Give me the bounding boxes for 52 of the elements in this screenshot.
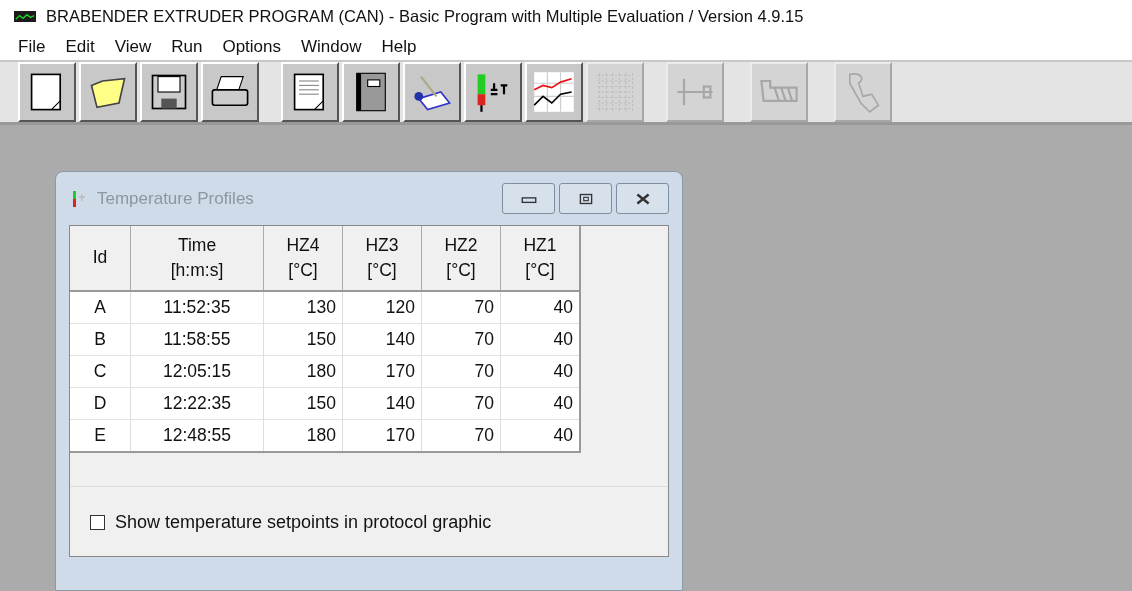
table-cell: 170: [385, 361, 415, 381]
table-cell: 12:05:15: [162, 361, 232, 381]
table-cell: 12:48:55: [162, 425, 232, 445]
table-cell: 140: [385, 329, 415, 349]
table-cell: 11:52:35: [163, 297, 231, 317]
minimize-button[interactable]: [502, 183, 555, 214]
menu-item[interactable]: File: [8, 36, 56, 57]
menu-item[interactable]: View: [104, 36, 162, 57]
column-header: HZ1 [°C]: [523, 234, 557, 280]
table-cell: 180: [306, 425, 336, 445]
table-cell: 70: [474, 329, 494, 349]
app-logo-icon: [14, 11, 36, 23]
restore-button[interactable]: [559, 183, 612, 214]
table-cell: 130: [306, 297, 336, 317]
table-cell: 70: [474, 297, 494, 317]
table-cell: 140: [385, 393, 415, 413]
table-cell: 40: [553, 329, 573, 349]
table-cell: 70: [474, 393, 494, 413]
table-cell: 150: [306, 393, 336, 413]
table-cell: 120: [385, 297, 415, 317]
table-cell: 170: [385, 425, 415, 445]
column-header: HZ2 [°C]: [444, 234, 478, 280]
table-cell: C: [93, 361, 107, 381]
menu-item[interactable]: Help: [371, 36, 427, 57]
table-cell: 180: [306, 361, 336, 381]
table-cell: 40: [553, 393, 573, 413]
table-cell: 12:22:35: [162, 393, 232, 413]
table-cell: 150: [306, 329, 336, 349]
table-cell: A: [94, 297, 106, 317]
table-cell: 40: [553, 425, 573, 445]
checkbox[interactable]: [90, 514, 105, 530]
table-cell: 70: [474, 361, 494, 381]
table-cell: 11:58:55: [163, 329, 231, 349]
column-header: HZ3 [°C]: [365, 234, 399, 280]
table-cell: B: [94, 329, 106, 349]
table-cell: 70: [474, 425, 494, 445]
table-cell: E: [94, 425, 106, 445]
column-header: Id: [92, 247, 108, 268]
menu-item[interactable]: Options: [212, 36, 292, 57]
menu-item[interactable]: Edit: [55, 36, 105, 57]
line-chart-icon: [532, 70, 576, 114]
child-window-title: Temperature Profiles: [97, 188, 254, 209]
menu-item[interactable]: Run: [161, 36, 213, 57]
column-header: Time [h:m:s]: [170, 234, 224, 280]
checkbox-label[interactable]: Show temperature setpoints in protocol graphic: [115, 511, 492, 533]
table-cell: 40: [553, 361, 573, 381]
close-button[interactable]: [616, 183, 669, 214]
table-cell: 40: [553, 297, 573, 317]
menu-item[interactable]: Window: [291, 36, 372, 57]
table-cell: D: [93, 393, 107, 413]
window-title: BRABENDER EXTRUDER PROGRAM (CAN) - Basic Program with Multiple Evaluation / Version 4.9.15: [46, 7, 804, 27]
column-header: HZ4 [°C]: [286, 234, 320, 280]
